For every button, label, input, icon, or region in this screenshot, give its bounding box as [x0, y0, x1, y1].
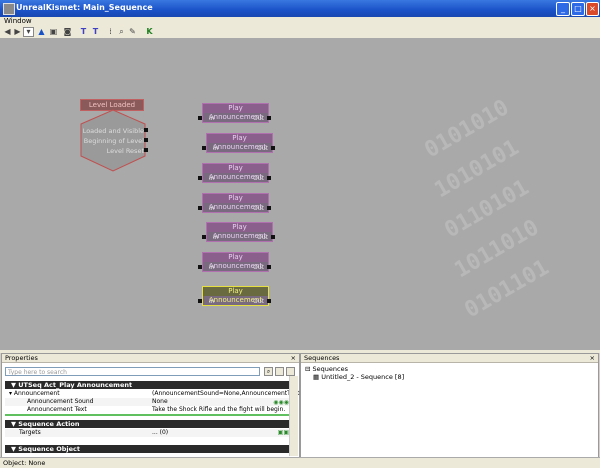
search-icon[interactable]: ⌕	[264, 367, 273, 376]
properties-title: Properties	[5, 354, 38, 362]
search-properties-icon[interactable]: ⁞	[106, 27, 115, 37]
property-key: ▾ Announcement	[9, 390, 60, 397]
menu-window[interactable]: Window	[4, 17, 32, 25]
property-value[interactable]: None	[152, 398, 168, 406]
event-output-beginning: Beginning of Level	[83, 137, 144, 145]
output-pin[interactable]	[267, 206, 271, 210]
event-output-loaded: Loaded and Visible	[82, 127, 144, 135]
minimize-button[interactable]: _	[556, 2, 570, 16]
property-row[interactable]: ▾ Announcement (AnnouncementSound=None,A…	[5, 390, 307, 398]
sequences-title: Sequences	[304, 354, 340, 362]
play-announcement-node[interactable]: Play Announcement In Out	[206, 222, 273, 242]
tree-root[interactable]: ⊟ Sequences	[305, 365, 348, 373]
options-icon[interactable]	[286, 367, 295, 376]
play-announcement-node[interactable]: Play Announcement In Out	[202, 252, 269, 272]
filter-icon[interactable]	[275, 367, 284, 376]
property-row[interactable]: Targets ... (0) ▣▣	[5, 429, 292, 437]
add-icon[interactable]: ▣▣	[278, 429, 289, 437]
properties-header: Properties ×	[2, 354, 299, 363]
section-sequence-action[interactable]: ▼ Sequence Action	[5, 420, 292, 428]
forward-arrow-icon[interactable]: ▶	[13, 27, 22, 37]
status-bar: Object: None	[0, 457, 600, 468]
output-pin[interactable]	[271, 235, 275, 239]
property-key: Announcement Text	[27, 406, 87, 413]
property-value: ... (0)	[152, 429, 169, 436]
property-value: (AnnouncementSound=None,AnnouncementText…	[152, 390, 307, 397]
play-announcement-node[interactable]: Play Announcement In Out	[202, 193, 269, 213]
property-value[interactable]: Take the Shock Rifle and the fight will …	[152, 406, 285, 414]
output-pin[interactable]	[267, 299, 271, 303]
property-key: Announcement Sound	[27, 398, 94, 405]
output-pin[interactable]	[144, 128, 148, 132]
play-announcement-node[interactable]: Play Announcement In Out	[206, 133, 273, 153]
screenshot-icon[interactable]: ◙	[63, 27, 72, 37]
event-output-reset: Level Reset	[106, 147, 144, 155]
input-pin[interactable]	[198, 265, 202, 269]
input-pin[interactable]	[198, 176, 202, 180]
property-key: Targets	[19, 429, 41, 436]
tidy-icon[interactable]: T	[91, 27, 100, 37]
row-highlight	[5, 414, 292, 416]
property-row[interactable]: Announcement Sound None ◉◉◉	[5, 398, 292, 406]
title-bar: UnrealKismet: Main_Sequence _ □ ×	[0, 0, 600, 17]
rename-icon[interactable]: T	[79, 27, 88, 37]
tree-item-sequence[interactable]: ▦ Untitled_2 - Sequence [8]	[313, 373, 404, 381]
up-arrow-icon[interactable]: ▲	[37, 27, 46, 37]
properties-scrollbar[interactable]	[289, 376, 298, 456]
back-arrow-icon[interactable]: ◀	[3, 27, 12, 37]
tree-collapse-icon[interactable]: ⊟	[305, 365, 310, 373]
section-play-announcement[interactable]: ▼ UTSeq Act_Play Announcement	[5, 381, 292, 389]
property-search-input[interactable]: Type here to search	[5, 367, 260, 376]
sequences-header: Sequences ×	[301, 354, 598, 363]
maximize-button[interactable]: □	[571, 2, 585, 16]
close-button[interactable]: ×	[586, 2, 599, 16]
output-pin[interactable]	[267, 116, 271, 120]
background-watermark: 0101010 1010101 0110101 1011010 0101101	[421, 95, 554, 323]
properties-panel: Properties × Type here to search ⌕ ▼ UTS…	[1, 353, 307, 459]
kismet-canvas[interactable]: 0101010 1010101 0110101 1011010 0101101 …	[0, 38, 600, 350]
menu-bar: Window	[0, 17, 600, 26]
close-icon[interactable]: ×	[291, 354, 296, 362]
app-icon	[3, 3, 15, 15]
play-announcement-node[interactable]: Play Announcement In Out	[202, 103, 269, 123]
input-pin[interactable]	[198, 206, 202, 210]
output-pin[interactable]	[271, 146, 275, 150]
play-announcement-node[interactable]: Play Announcement In Out	[202, 163, 269, 183]
input-pin[interactable]	[202, 235, 206, 239]
input-pin[interactable]	[202, 146, 206, 150]
input-pin[interactable]	[198, 299, 202, 303]
link-icon[interactable]: ✎	[128, 27, 137, 37]
output-pin[interactable]	[267, 265, 271, 269]
dropdown-icon[interactable]: ▾	[23, 27, 34, 37]
kismet-icon[interactable]: K	[145, 27, 154, 37]
sequence-icon: ▦	[313, 373, 320, 381]
output-pin[interactable]	[144, 138, 148, 142]
property-row[interactable]: Announcement Text Take the Shock Rifle a…	[5, 406, 292, 414]
sequences-panel: Sequences × ⊟ Sequences ▦ Untitled_2 - S…	[300, 353, 599, 459]
window-title: UnrealKismet: Main_Sequence	[16, 3, 153, 12]
section-sequence-object[interactable]: ▼ Sequence Object	[5, 445, 292, 453]
parent-sequence-icon[interactable]: ▣	[49, 27, 58, 37]
play-announcement-node-selected[interactable]: Play Announcement In Out	[202, 286, 269, 306]
close-icon[interactable]: ×	[590, 354, 595, 362]
output-pin[interactable]	[144, 148, 148, 152]
output-pin[interactable]	[267, 176, 271, 180]
input-pin[interactable]	[198, 116, 202, 120]
zoom-icon[interactable]: ⌕	[117, 27, 126, 37]
